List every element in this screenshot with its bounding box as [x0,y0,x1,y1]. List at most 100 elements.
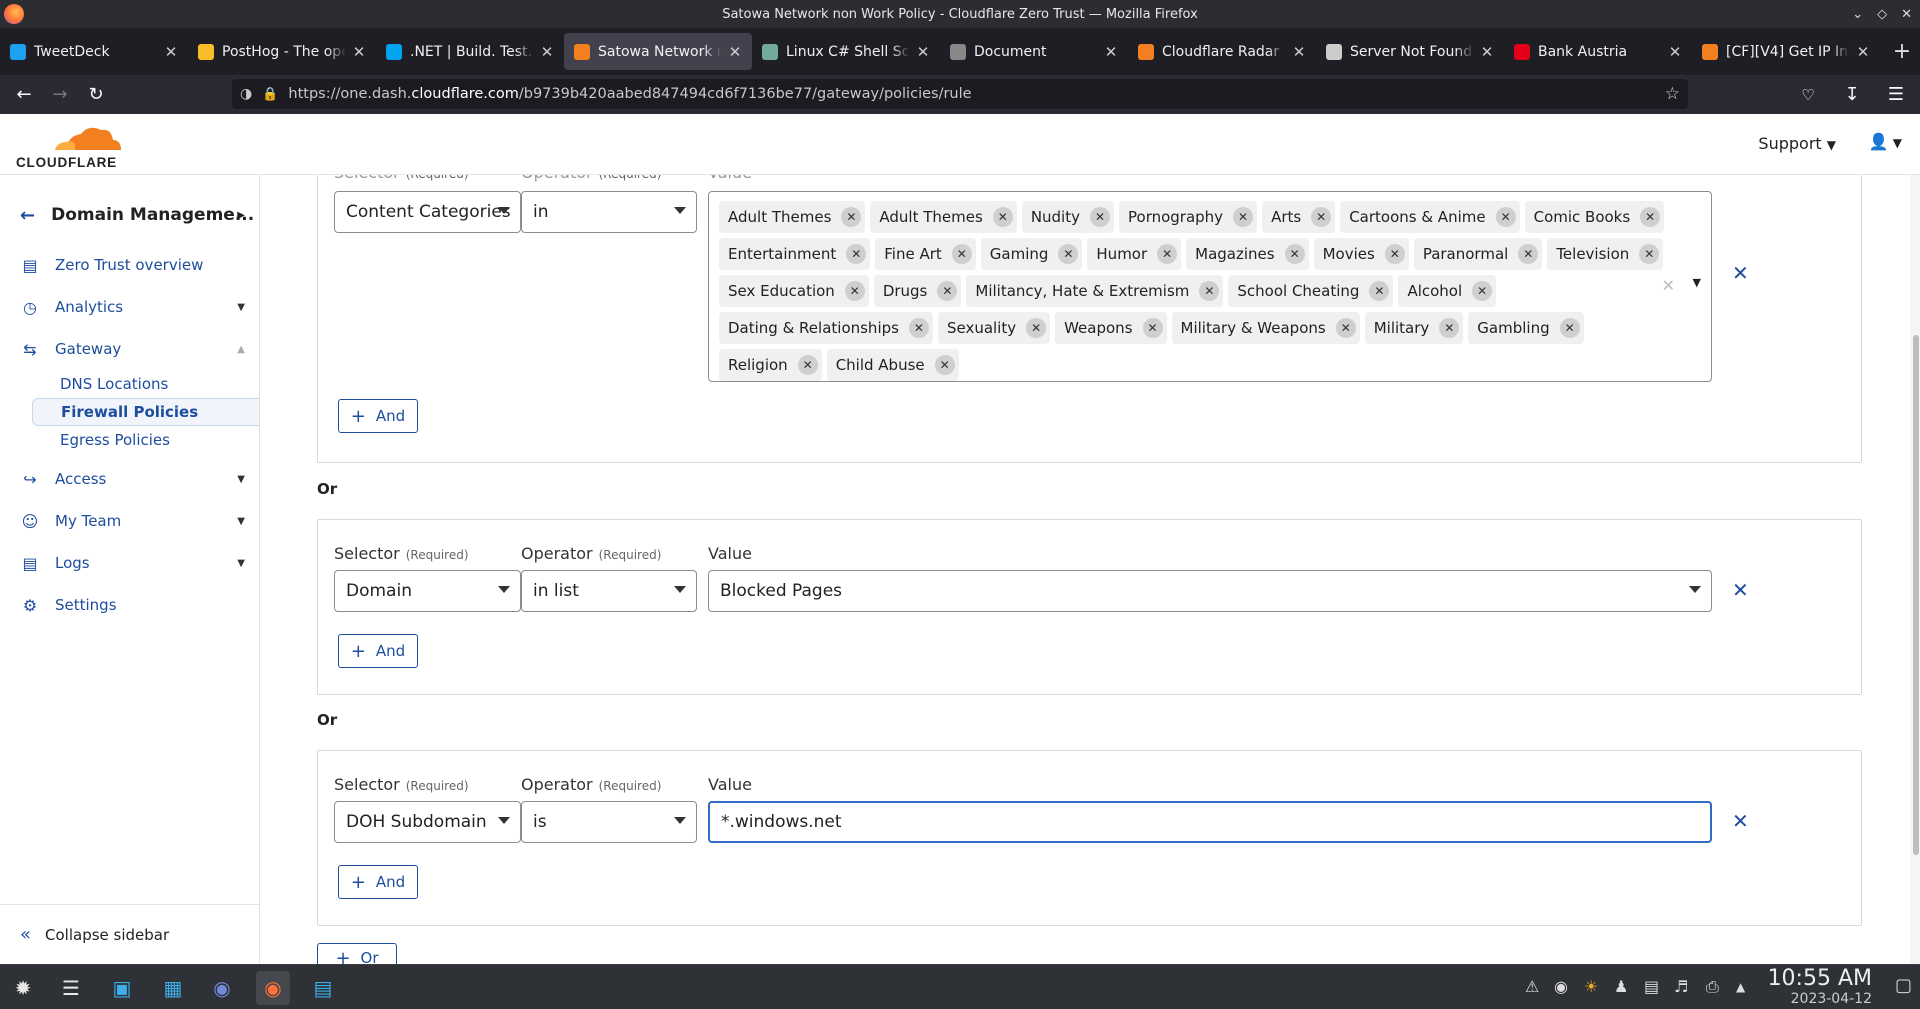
printer-icon[interactable]: ⎙ [1706,977,1719,997]
value-dropdown[interactable]: Blocked Pages [708,570,1712,612]
bookmark-star-icon[interactable]: ☆ [1665,84,1680,104]
remove-tag-icon[interactable]: ✕ [1142,318,1163,338]
show-desktop-icon[interactable]: ▢ [1895,975,1912,996]
lock-icon[interactable]: 🔒 [262,87,278,102]
tray-expand-icon[interactable]: ▲ [1736,980,1745,994]
tab-7[interactable]: Server Not Found ✕ [1316,28,1504,75]
remove-tag-icon[interactable]: ✕ [1335,318,1356,338]
support-menu[interactable]: Support ▼ [1758,134,1836,153]
remove-condition-icon[interactable]: ✕ [1732,809,1749,833]
remove-tag-icon[interactable]: ✕ [1311,207,1332,227]
remove-tag-icon[interactable]: ✕ [1233,207,1254,227]
tab-9[interactable]: [CF][V4] Get IP Info F ✕ [1692,28,1880,75]
firefox-icon[interactable]: ◉ [256,971,290,1005]
remove-tag-icon[interactable]: ✕ [1439,318,1460,338]
volume-icon[interactable]: ♬ [1674,977,1688,996]
clipboard-icon[interactable]: ▤ [1644,977,1659,996]
app-launcher-icon[interactable]: ✹ [6,971,40,1005]
or-button[interactable]: + Or [317,943,397,964]
tab-3[interactable]: Satowa Network non ✕ [564,33,752,70]
remove-tag-icon[interactable]: ✕ [846,244,867,264]
tab-5[interactable]: Document ✕ [940,28,1128,75]
url-bar[interactable]: ◑ 🔒 https://one.dash. cloudflare.com/b973… [232,79,1688,109]
tab-4[interactable]: Linux C# Shell Script. ✕ [752,28,940,75]
remove-tag-icon[interactable]: ✕ [1640,207,1661,227]
value-multiselect[interactable]: Adult Themes ✕ Adult Themes ✕ Nudity ✕ Pornogr… [708,191,1712,382]
and-button[interactable]: + And [338,634,418,668]
back-button[interactable]: ← [6,77,42,113]
clock[interactable]: 10:55 AM 2023-04-12 [1768,967,1872,1008]
notifications-icon[interactable]: ⚠ [1525,977,1539,996]
user-menu[interactable]: 👤 ▼ [1869,132,1902,151]
close-window-icon[interactable]: ✕ [1901,7,1912,22]
remove-tag-icon[interactable]: ✕ [1157,244,1178,264]
sidebar-item-logs[interactable]: ▤ Logs ▼ [0,543,259,583]
back-arrow-icon[interactable]: ← [20,205,35,226]
scrollbar-thumb[interactable] [1913,335,1919,855]
sidebar-subitem-dns-locations[interactable]: DNS Locations [32,370,259,398]
kate-editor-icon[interactable]: ▦ [156,971,190,1005]
remove-tag-icon[interactable]: ✕ [797,355,818,375]
value-input[interactable]: *.windows.net [708,801,1712,843]
and-button[interactable]: + And [338,865,418,899]
remove-condition-icon[interactable]: ✕ [1732,261,1749,285]
close-tab-icon[interactable]: ✕ [540,43,554,61]
remove-tag-icon[interactable]: ✕ [908,318,929,338]
remove-tag-icon[interactable]: ✕ [1518,244,1539,264]
tab-1[interactable]: PostHog - The open ✕ [188,28,376,75]
remove-tag-icon[interactable]: ✕ [1559,318,1580,338]
tab-6[interactable]: Cloudflare Radar ✕ [1128,28,1316,75]
forward-button[interactable]: → [42,77,78,113]
pocket-icon[interactable]: ♡ [1790,77,1826,113]
close-tab-icon[interactable]: ✕ [1104,43,1118,61]
remove-tag-icon[interactable]: ✕ [1026,318,1047,338]
sidebar-item-analytics[interactable]: ◷ Analytics ▼ [0,287,259,327]
clear-all-icon[interactable]: ✕ [1662,276,1675,295]
discord-icon[interactable]: ◉ [205,971,239,1005]
file-manager-icon[interactable]: ▤ [306,971,340,1005]
operator-dropdown[interactable]: in list [521,570,697,612]
remove-tag-icon[interactable]: ✕ [1639,244,1660,264]
selector-dropdown[interactable]: Domain [334,570,521,612]
tracking-protection-icon[interactable]: ◑ [240,86,252,102]
close-tab-icon[interactable]: ✕ [1292,43,1306,61]
tab-8[interactable]: Bank Austria ✕ [1504,28,1692,75]
tab-0[interactable]: TweetDeck ✕ [0,28,188,75]
remove-condition-icon[interactable]: ✕ [1732,578,1749,602]
new-tab-button[interactable]: + [1884,28,1920,75]
chevron-down-icon[interactable]: ▼ [1693,276,1701,289]
cloudflare-logo[interactable]: CLOUDFLARE [15,122,125,170]
remove-tag-icon[interactable]: ✕ [1199,281,1220,301]
remove-tag-icon[interactable]: ✕ [841,207,862,227]
and-button[interactable]: + And [338,399,418,433]
close-tab-icon[interactable]: ✕ [1480,43,1494,61]
remove-tag-icon[interactable]: ✕ [1369,281,1390,301]
weather-icon[interactable]: ☀ [1584,977,1598,996]
sidebar-item-settings[interactable]: ⚙ Settings [0,585,259,625]
remove-tag-icon[interactable]: ✕ [1284,244,1305,264]
remove-tag-icon[interactable]: ✕ [1472,281,1493,301]
sidebar-subitem-firewall-policies[interactable]: Firewall Policies [32,398,259,426]
remove-tag-icon[interactable]: ✕ [992,207,1013,227]
remove-tag-icon[interactable]: ✕ [937,281,958,301]
close-tab-icon[interactable]: ✕ [728,43,742,61]
discord-tray-icon[interactable]: ◉ [1554,977,1568,996]
selector-dropdown[interactable]: Content Categories [334,191,521,233]
remove-tag-icon[interactable]: ✕ [1090,207,1110,227]
sidebar-item-my-team[interactable]: ☺ My Team ▼ [0,501,259,541]
sidebar-item-gateway[interactable]: ⇆ Gateway ▲ [0,329,259,369]
reload-button[interactable]: ↻ [78,77,114,113]
remove-tag-icon[interactable]: ✕ [1058,244,1079,264]
maximize-icon[interactable]: ◇ [1877,7,1887,22]
close-tab-icon[interactable]: ✕ [352,43,366,61]
close-tab-icon[interactable]: ✕ [1856,43,1870,61]
operator-dropdown[interactable]: is [521,801,697,843]
page-scrollbar[interactable] [1910,175,1920,964]
close-tab-icon[interactable]: ✕ [1668,43,1682,61]
downloads-icon[interactable]: ↧ [1834,77,1870,113]
system-settings-icon[interactable]: ☰ [54,971,88,1005]
remove-tag-icon[interactable]: ✕ [844,281,865,301]
accessibility-icon[interactable]: ♟ [1614,977,1628,996]
tab-2[interactable]: .NET | Build. Test. De ✕ [376,28,564,75]
close-tab-icon[interactable]: ✕ [164,43,178,61]
